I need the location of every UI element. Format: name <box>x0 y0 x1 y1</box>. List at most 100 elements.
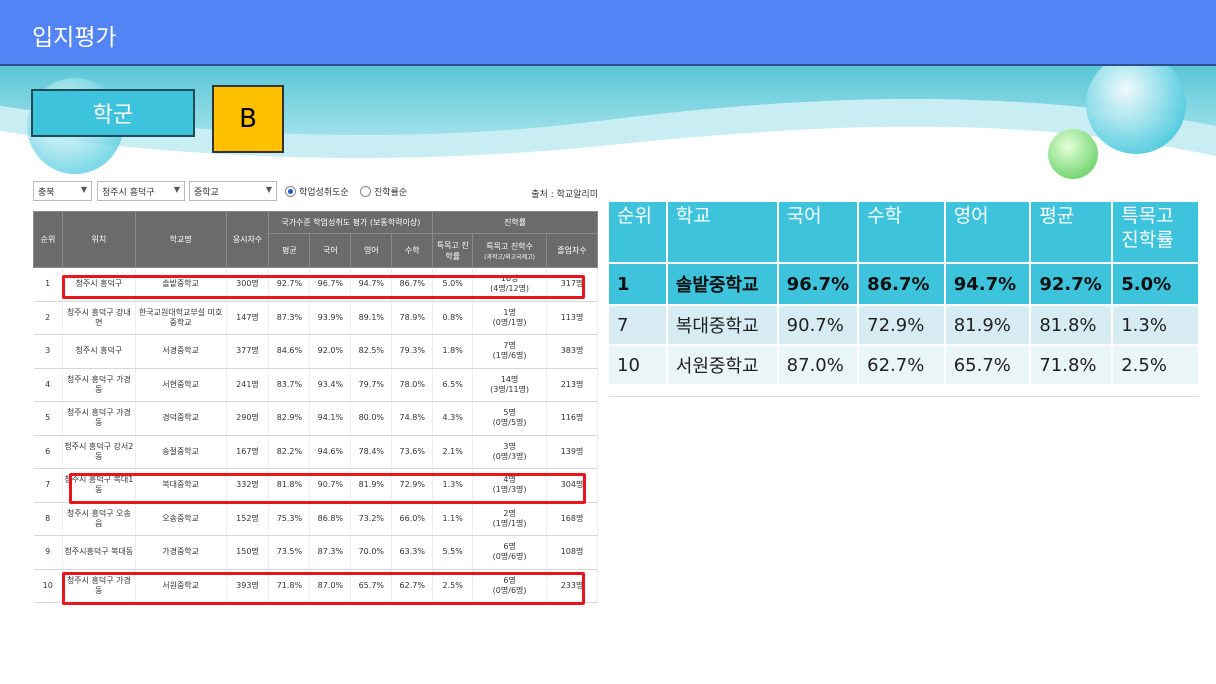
cell-location: 청주시 흥덕구 오송읍 <box>62 502 136 536</box>
special-count-breakdown: (0명/1명) <box>492 317 527 327</box>
col-rank: 순위 <box>33 211 63 268</box>
sum-cell-math: 62.7% <box>859 346 944 384</box>
cell-rank: 6 <box>33 435 63 469</box>
cell-school: 가경중학교 <box>135 535 227 570</box>
sum-cell-rank: 10 <box>609 346 666 384</box>
sum-col-math: 수학 <box>859 202 944 262</box>
school-district-tag: 학군 <box>31 89 195 137</box>
cell-graduates: 213명 <box>546 368 598 402</box>
cell-english: 80.0% <box>350 401 393 436</box>
sum-cell-korean: 90.7% <box>778 306 858 344</box>
cell-location: 청주시 흥덕구 강내면 <box>62 301 136 335</box>
sum-cell-special-rate: 1.3% <box>1113 306 1198 344</box>
sum-cell-english: 81.9% <box>945 306 1030 344</box>
cell-math: 78.0% <box>391 368 434 402</box>
cell-special-count: 2명 (1명/1명) <box>472 502 548 536</box>
school-type-select[interactable]: 중학교 ▼ <box>189 181 277 201</box>
cell-math: 66.0% <box>391 502 434 536</box>
cell-english: 78.4% <box>350 435 393 469</box>
cell-english: 79.7% <box>350 368 393 402</box>
highlight-row-10 <box>62 572 585 605</box>
special-count-breakdown: (1명/6명) <box>492 351 527 361</box>
cell-special-rate: 4.3% <box>432 401 474 436</box>
radio-selected-icon <box>285 186 296 197</box>
special-count-total: 14명 <box>500 374 519 384</box>
cell-special-count: 5명 (0명/5명) <box>472 401 548 436</box>
cell-math: 79.3% <box>391 334 434 369</box>
cell-rank: 10 <box>33 569 63 603</box>
region-select[interactable]: 충북 ▼ <box>33 181 92 201</box>
sum-cell-korean: 87.0% <box>778 346 858 384</box>
cell-rank: 8 <box>33 502 63 536</box>
table-row: 6 청주시 흥덕구 강서2동 송절중학교 167명 82.2% 94.6% 78.4% 73.… <box>33 435 598 469</box>
cell-special-count: 6명 (0명/6명) <box>472 535 548 570</box>
cell-special-count: 7명 (1명/6명) <box>472 334 548 369</box>
sum-col-english: 영어 <box>945 202 1030 262</box>
sum-col-average: 평균 <box>1031 202 1112 262</box>
cell-avg: 84.6% <box>268 334 311 369</box>
col-graduates: 졸업자수 <box>546 233 598 268</box>
page-title: 입지평가 <box>32 25 117 51</box>
sum-col-special-rate: 특목고 진학률 <box>1113 202 1198 262</box>
cell-special-rate: 6.5% <box>432 368 474 402</box>
radio-icon <box>360 186 371 197</box>
sort-advance-radio[interactable]: 진학률순 <box>360 185 407 198</box>
cell-rank: 7 <box>33 468 63 503</box>
special-count-total: 2명 <box>503 508 516 518</box>
summary-row: 10 서원중학교 87.0% 62.7% 65.7% 71.8% 2.5% <box>609 346 1198 384</box>
cell-graduates: 108명 <box>546 535 598 570</box>
cell-korean: 92.0% <box>309 334 352 369</box>
cell-english: 73.2% <box>350 502 393 536</box>
source-note: 출처 : 학교알리미 <box>531 190 598 200</box>
sum-cell-school: 복대중학교 <box>667 306 777 344</box>
cell-applicants: 377명 <box>226 334 270 369</box>
cell-korean: 93.4% <box>309 368 352 402</box>
sort-achievement-radio[interactable]: 학업성취도순 <box>285 185 349 198</box>
special-count-total: 7명 <box>503 341 516 351</box>
cell-school: 송절중학교 <box>135 435 227 469</box>
cell-graduates: 383명 <box>546 334 598 369</box>
cell-special-count: 1명 (0명/1명) <box>472 301 548 335</box>
special-count-total: 1명 <box>503 307 516 317</box>
table-row: 2 청주시 흥덕구 강내면 한국교원대학교부설 미호중학교 147명 87.3% 93.9… <box>33 301 598 335</box>
sum-cell-average: 71.8% <box>1031 346 1112 384</box>
col-special-rate: 특목고 진학률 <box>432 233 474 268</box>
sum-cell-english: 65.7% <box>945 346 1030 384</box>
cell-avg: 73.5% <box>268 535 311 570</box>
cell-applicants: 290명 <box>226 401 270 436</box>
chevron-down-icon: ▼ <box>173 185 180 194</box>
cell-korean: 86.8% <box>309 502 352 536</box>
highlight-row-1 <box>62 275 585 299</box>
cell-graduates: 113명 <box>546 301 598 335</box>
summary-table: 순위 학교 국어 수학 영어 평균 특목고 진학률 1 솔밭중학교 96.7% 86.… <box>607 200 1200 386</box>
cell-special-rate: 1.8% <box>432 334 474 369</box>
cell-avg: 82.9% <box>268 401 311 436</box>
cell-special-count: 3명 (0명/3명) <box>472 435 548 469</box>
special-count-breakdown: (0명/6명) <box>492 552 527 562</box>
cell-avg: 87.3% <box>268 301 311 335</box>
sum-col-school: 학교 <box>667 202 777 262</box>
cell-rank: 3 <box>33 334 63 369</box>
cell-graduates: 139명 <box>546 435 598 469</box>
special-count-breakdown: (0명/5명) <box>492 418 527 428</box>
sum-cell-english: 94.7% <box>945 264 1030 304</box>
cell-math: 63.3% <box>391 535 434 570</box>
cell-location: 청주시흥덕구 복대동 <box>62 535 136 570</box>
summary-body: 1 솔밭중학교 96.7% 86.7% 94.7% 92.7% 5.0% 7 복대중학교 90.7… <box>609 264 1198 384</box>
summary-row: 1 솔밭중학교 96.7% 86.7% 94.7% 92.7% 5.0% <box>609 264 1198 304</box>
source-screenshot: 충북 ▼ 청주시 흥덕구 ▼ 중학교 ▼ 학업성취도순 진학률순 출처 : 학교알리미… <box>33 178 598 606</box>
sum-cell-special-rate: 5.0% <box>1113 264 1198 304</box>
cell-special-rate: 5.5% <box>432 535 474 570</box>
district-select[interactable]: 청주시 흥덕구 ▼ <box>97 181 185 201</box>
cell-math: 78.9% <box>391 301 434 335</box>
summary-row: 7 복대중학교 90.7% 72.9% 81.9% 81.8% 1.3% <box>609 306 1198 344</box>
table-row: 8 청주시 흥덕구 오송읍 오송중학교 152명 75.3% 86.8% 73.2% 66.0… <box>33 502 598 536</box>
col-school: 학교명 <box>134 211 227 268</box>
cell-korean: 87.3% <box>309 535 352 570</box>
sum-cell-math: 86.7% <box>859 264 944 304</box>
filter-bar: 충북 ▼ 청주시 흥덕구 ▼ 중학교 ▼ 학업성취도순 진학률순 출처 : 학교알리미 <box>33 181 598 203</box>
cell-applicants: 150명 <box>226 535 270 570</box>
divider <box>609 396 1199 397</box>
special-count-breakdown: (3명/11명) <box>490 384 530 394</box>
sum-cell-school: 솔밭중학교 <box>667 264 777 304</box>
